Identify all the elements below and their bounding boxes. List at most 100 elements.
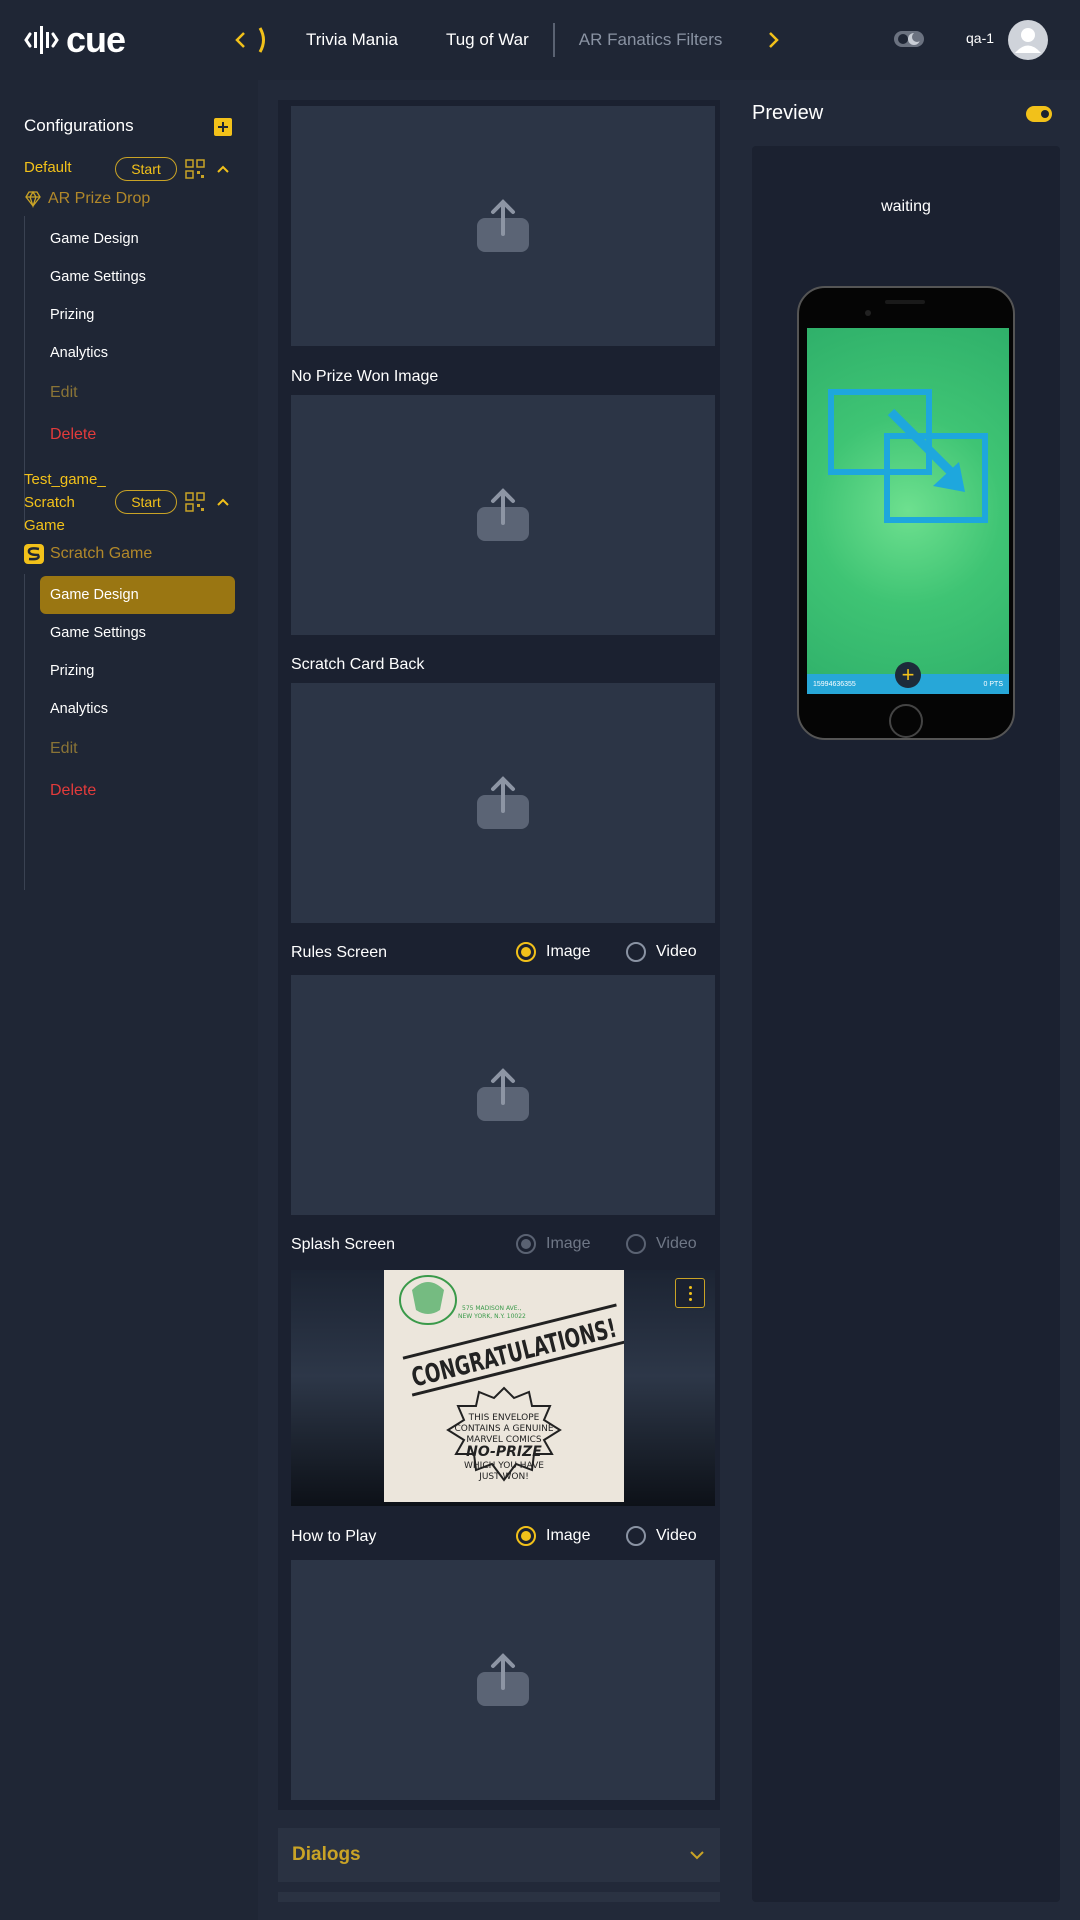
tab-ar-fanatics-filters[interactable]: AR Fanatics Filters	[555, 30, 747, 50]
preview-panel: Preview waiting 15994636355 0 PTS +	[728, 80, 1080, 1920]
envelope-line-2: CONTAINS A GENUINE	[454, 1424, 553, 1434]
upload-icon	[477, 776, 529, 829]
no-prize-envelope-image: 575 MADISON AVE., NEW YORK, N.Y. 10022 C…	[384, 1270, 626, 1502]
partial-tab-indicator	[258, 27, 265, 53]
chevron-up-icon[interactable]	[215, 494, 231, 510]
envelope-line-5: WHICH YOU HAVE	[464, 1461, 544, 1471]
qr-code-icon[interactable]	[185, 492, 205, 512]
nav-game-design[interactable]: Game Design	[40, 220, 235, 258]
splash-screen-label: Splash Screen	[291, 1236, 396, 1253]
phone-left-text: 15994636355	[813, 680, 856, 688]
radio-label: Video	[656, 1235, 697, 1252]
nav-edit[interactable]: Edit	[40, 374, 235, 412]
radio-label: Video	[656, 943, 697, 960]
radio-label: Video	[656, 1527, 697, 1544]
top-header: cue Trivia Mania Tug of War AR Fanatics …	[0, 0, 1080, 80]
start-button[interactable]: Start	[115, 490, 177, 514]
upload-icon	[477, 1068, 529, 1121]
nav-delete[interactable]: Delete	[40, 416, 235, 454]
config-name: Default	[24, 159, 72, 176]
no-prize-won-label: No Prize Won Image	[291, 368, 439, 385]
add-configuration-button[interactable]	[214, 118, 232, 136]
radio-unselected-icon	[626, 1526, 646, 1546]
nav-prizing[interactable]: Prizing	[40, 296, 235, 334]
kebab-dot	[688, 1297, 692, 1301]
splash-screen-preview[interactable]: 575 MADISON AVE., NEW YORK, N.Y. 10022 C…	[291, 1270, 715, 1506]
tab-tug-of-war[interactable]: Tug of War	[422, 30, 553, 50]
splash-video-radio: Video	[626, 1234, 697, 1254]
chevron-down-icon	[690, 1851, 704, 1860]
scratch-card-back-dropzone[interactable]	[291, 683, 715, 923]
how-to-play-image-radio[interactable]: Image	[516, 1526, 590, 1546]
kebab-dot	[688, 1285, 692, 1289]
phone-plus-icon: +	[895, 662, 921, 688]
chevron-left-icon	[235, 32, 245, 48]
logo-text: cue	[66, 19, 126, 60]
tabs-next-button[interactable]	[760, 26, 788, 54]
chevron-right-icon	[769, 32, 779, 48]
rules-screen-dropzone[interactable]	[291, 975, 715, 1215]
tab-trivia-mania[interactable]: Trivia Mania	[282, 30, 422, 50]
logo-waveform-icon	[24, 26, 59, 54]
how-to-play-video-radio[interactable]: Video	[626, 1526, 697, 1546]
phone-screen: 15994636355 0 PTS +	[807, 328, 1009, 694]
configurations-sidebar: Configurations Default Start AR Prize Dr…	[0, 80, 258, 1920]
game-type-ar-prize-drop: AR Prize Drop	[24, 190, 150, 208]
nav-prizing[interactable]: Prizing	[40, 652, 235, 690]
radio-selected-icon	[516, 1526, 536, 1546]
resize-arrow-icon	[828, 389, 988, 523]
preview-title: Preview	[752, 102, 824, 124]
splash-image-radio: Image	[516, 1234, 590, 1254]
upload-dropzone[interactable]	[291, 106, 715, 346]
nav-analytics[interactable]: Analytics	[40, 690, 235, 728]
radio-selected-icon	[516, 1234, 536, 1254]
theme-toggle-icon[interactable]	[894, 30, 924, 48]
preview-toggle[interactable]	[1026, 106, 1052, 122]
user-name: qa-1	[966, 30, 995, 46]
nav-edit[interactable]: Edit	[40, 730, 235, 768]
how-to-play-label: How to Play	[291, 1528, 377, 1545]
nav-delete[interactable]: Delete	[40, 772, 235, 810]
game-type-label: Scratch Game	[50, 545, 153, 562]
plus-icon	[218, 122, 228, 132]
game-type-scratch-game: Scratch Game	[24, 544, 152, 564]
config-name-line: Scratch	[24, 494, 75, 511]
how-to-play-dropzone[interactable]	[291, 1560, 715, 1800]
tabs-prev-button[interactable]	[226, 26, 254, 54]
nav-game-settings[interactable]: Game Settings	[40, 614, 235, 652]
dialogs-accordion[interactable]: Dialogs	[278, 1828, 720, 1882]
upload-icon	[477, 199, 529, 252]
config-default-header[interactable]: Default	[24, 156, 72, 179]
config-test-game-header[interactable]: Test_game_ Scratch Game	[24, 468, 106, 537]
user-avatar[interactable]	[1008, 20, 1048, 60]
rules-video-radio[interactable]: Video	[626, 942, 697, 962]
radio-label: Image	[546, 943, 591, 960]
cue-logo[interactable]: cue	[24, 18, 126, 62]
envelope-line-6: JUST WON!	[478, 1472, 529, 1482]
rules-image-radio[interactable]: Image	[516, 942, 590, 962]
nav-analytics[interactable]: Analytics	[40, 334, 235, 372]
nav-game-design[interactable]: Game Design	[40, 576, 235, 614]
radio-label: Image	[546, 1527, 591, 1544]
no-prize-won-dropzone[interactable]	[291, 395, 715, 635]
phone-home-button	[889, 704, 923, 738]
more-options-button[interactable]	[675, 1278, 705, 1308]
diamond-icon	[25, 190, 41, 208]
upload-icon	[477, 1653, 529, 1706]
scratch-card-back-label: Scratch Card Back	[291, 656, 425, 673]
kebab-dot	[688, 1291, 692, 1295]
start-button[interactable]: Start	[115, 157, 177, 181]
rules-screen-label: Rules Screen	[291, 944, 388, 961]
phone-camera	[865, 310, 871, 316]
next-accordion-edge	[278, 1892, 720, 1902]
config-name-line: Test_game_	[24, 471, 106, 488]
radio-selected-icon	[516, 942, 536, 962]
nav-game-settings[interactable]: Game Settings	[40, 258, 235, 296]
qr-code-icon[interactable]	[185, 159, 205, 179]
address-line-2: NEW YORK, N.Y. 10022	[458, 1313, 526, 1320]
envelope-line-4: NO-PRIZE	[466, 1444, 542, 1460]
address-line-1: 575 MADISON AVE.,	[462, 1305, 521, 1312]
chevron-up-icon[interactable]	[215, 161, 231, 177]
radio-unselected-icon	[626, 1234, 646, 1254]
phone-speaker	[885, 300, 925, 304]
